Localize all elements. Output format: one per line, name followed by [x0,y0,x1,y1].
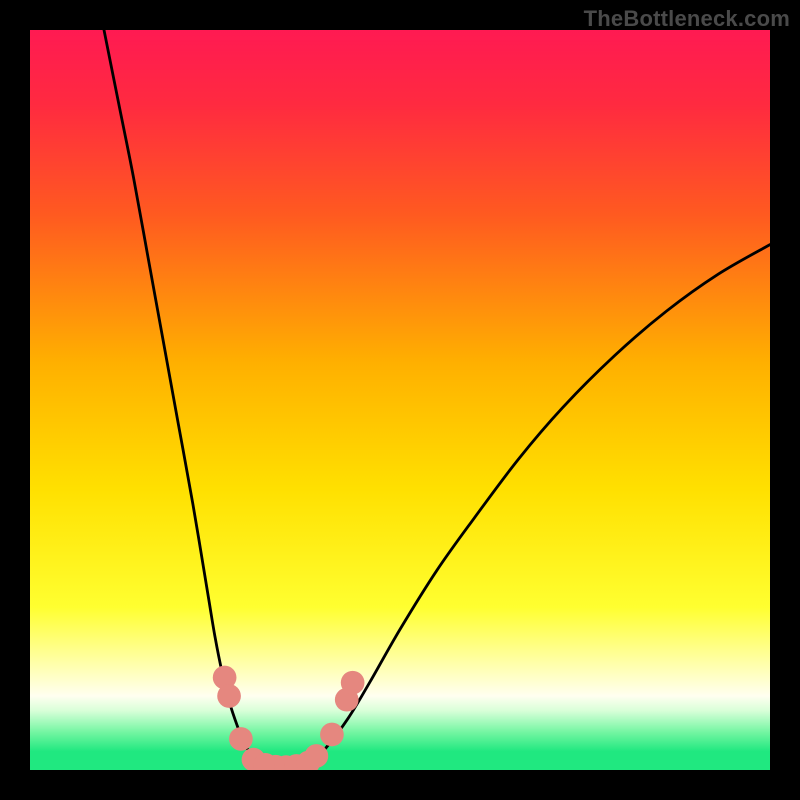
watermark-text: TheBottleneck.com [584,6,790,32]
marker-dot [305,744,329,768]
plot-area [30,30,770,770]
marker-dot [217,684,241,708]
marker-dot [341,671,365,695]
marker-dot [229,727,253,751]
chart-svg [30,30,770,770]
gradient-background [30,30,770,770]
marker-dot [320,723,344,747]
chart-stage: TheBottleneck.com [0,0,800,800]
